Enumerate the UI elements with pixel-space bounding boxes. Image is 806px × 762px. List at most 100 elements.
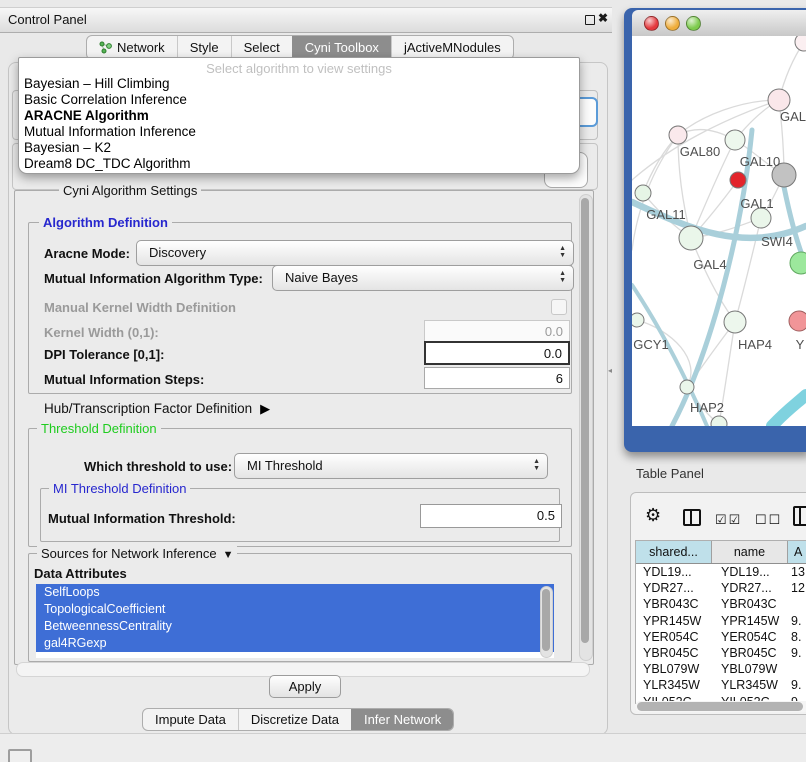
scrollbar-thumb[interactable] bbox=[581, 198, 589, 643]
network-node-label: GAL11 bbox=[646, 207, 686, 222]
network-node-label: GCY1 bbox=[633, 337, 668, 352]
network-node[interactable] bbox=[795, 36, 806, 51]
table-horizontal-scrollbar[interactable] bbox=[635, 701, 806, 712]
tab-network[interactable]: Network bbox=[87, 36, 177, 59]
data-attributes-label: Data Attributes bbox=[34, 566, 127, 581]
column-header-name[interactable]: name bbox=[712, 541, 788, 563]
aracne-mode-label: Aracne Mode: bbox=[44, 246, 130, 261]
network-node-label: GAL1 bbox=[740, 196, 773, 211]
network-node[interactable] bbox=[635, 185, 651, 201]
zoom-traffic-light-icon[interactable] bbox=[686, 16, 701, 31]
group-title: Algorithm Definition bbox=[39, 215, 172, 230]
column-header-clipped[interactable]: A bbox=[788, 541, 806, 563]
data-attribute-item-selected[interactable]: gal4RGexp bbox=[36, 635, 554, 652]
which-threshold-select[interactable]: MI Threshold bbox=[234, 453, 548, 479]
select-all-checkboxes-icon[interactable] bbox=[715, 512, 742, 528]
data-attribute-item-selected[interactable]: SelfLoops bbox=[36, 584, 554, 601]
close-traffic-light-icon[interactable] bbox=[644, 16, 659, 31]
table-cell: YDR27... bbox=[712, 580, 788, 596]
control-panel-title: Control Panel bbox=[8, 12, 87, 27]
dpi-tolerance-field[interactable]: 0.0 bbox=[424, 341, 570, 365]
deselect-all-checkboxes-icon[interactable] bbox=[755, 512, 782, 528]
dpi-tolerance-label: DPI Tolerance [0,1]: bbox=[44, 347, 164, 362]
mi-steps-field[interactable]: 6 bbox=[424, 367, 570, 389]
network-node[interactable] bbox=[669, 126, 687, 144]
table-mode-icon[interactable] bbox=[793, 506, 806, 526]
mi-threshold-field[interactable]: 0.5 bbox=[420, 504, 562, 528]
table-row[interactable]: YPR145WYPR145W9. bbox=[636, 613, 806, 629]
table-cell: YLR345W bbox=[636, 677, 712, 693]
table-cell: YBL079W bbox=[636, 661, 712, 677]
algorithm-option[interactable]: Basic Correlation Inference bbox=[19, 92, 579, 108]
column-header-shared-name[interactable]: shared... bbox=[636, 541, 712, 563]
tab-cyni-toolbox[interactable]: Cyni Toolbox bbox=[292, 36, 391, 59]
tab-jactivemnodules[interactable]: jActiveMNodules bbox=[391, 36, 513, 59]
tab-infer-network[interactable]: Infer Network bbox=[351, 709, 453, 730]
close-icon[interactable] bbox=[598, 11, 608, 25]
table-cell: YPR145W bbox=[712, 613, 788, 629]
data-attribute-item-selected[interactable]: TopologicalCoefficient bbox=[36, 601, 554, 618]
network-node[interactable] bbox=[751, 208, 771, 228]
network-node[interactable] bbox=[680, 380, 694, 394]
tab-label: Cyni Toolbox bbox=[305, 40, 379, 55]
algorithm-option[interactable]: Bayesian – Hill Climbing bbox=[19, 76, 579, 92]
kernel-width-field[interactable]: 0.0 bbox=[424, 320, 570, 342]
gear-icon[interactable] bbox=[645, 505, 661, 526]
table-cell: YPR145W bbox=[636, 613, 712, 629]
network-window-titlebar[interactable] bbox=[632, 10, 806, 37]
network-node[interactable] bbox=[768, 89, 790, 111]
tab-impute-data[interactable]: Impute Data bbox=[143, 709, 238, 730]
apply-button[interactable]: Apply bbox=[269, 675, 341, 698]
data-attribute-item-selected[interactable]: BetweennessCentrality bbox=[36, 618, 554, 635]
table-cell: YBR045C bbox=[636, 645, 712, 661]
network-node[interactable] bbox=[789, 311, 806, 331]
manual-kernel-width-checkbox[interactable] bbox=[551, 299, 567, 315]
minimize-traffic-light-icon[interactable] bbox=[665, 16, 680, 31]
table-row[interactable]: YLR345WYLR345W9. bbox=[636, 677, 806, 693]
table-row[interactable]: YBR045CYBR045C9. bbox=[636, 645, 806, 661]
cyni-bottom-tabbar: Impute Data Discretize Data Infer Networ… bbox=[142, 708, 454, 731]
sources-toggle[interactable]: Sources for Network Inference bbox=[37, 546, 237, 561]
columns-icon[interactable] bbox=[683, 509, 701, 526]
network-node[interactable] bbox=[730, 172, 746, 188]
table-cell: YDL19... bbox=[636, 564, 712, 580]
splitpane-collapse-icon[interactable] bbox=[608, 366, 612, 375]
control-panel-titlebar: Control Panel bbox=[0, 7, 612, 33]
selected-value: MI Threshold bbox=[247, 458, 323, 473]
mi-algorithm-type-select[interactable]: Naive Bayes bbox=[272, 265, 574, 291]
aracne-mode-select[interactable]: Discovery bbox=[136, 240, 574, 266]
network-node[interactable] bbox=[632, 313, 644, 327]
footer-strip bbox=[0, 733, 806, 762]
network-canvas[interactable]: GALGAL80GAL10GAL1SWI4GAL11GAL4GCY1HAP4YH… bbox=[632, 36, 806, 426]
network-node[interactable] bbox=[790, 252, 806, 274]
scrollbar-thumb[interactable] bbox=[542, 589, 550, 651]
table-cell: YDL19... bbox=[712, 564, 788, 580]
table-row[interactable]: YER054CYER054C8. bbox=[636, 629, 806, 645]
network-node[interactable] bbox=[724, 311, 746, 333]
scrollbar-thumb[interactable] bbox=[637, 702, 803, 711]
network-node[interactable] bbox=[725, 130, 745, 150]
table-row[interactable]: YDL19...YDL19...13 bbox=[636, 564, 806, 580]
tab-select[interactable]: Select bbox=[231, 36, 292, 59]
hub-definition-toggle[interactable]: Hub/Transcription Factor Definition bbox=[44, 401, 270, 417]
settings-vertical-scrollbar[interactable] bbox=[579, 194, 593, 661]
tab-discretize-data[interactable]: Discretize Data bbox=[238, 709, 351, 730]
algorithm-option[interactable]: Bayesian – K2 bbox=[19, 140, 579, 156]
network-node-label: GAL10 bbox=[740, 154, 780, 169]
floating-handle-icon[interactable] bbox=[8, 749, 32, 762]
float-window-icon[interactable] bbox=[585, 15, 595, 25]
table-row[interactable]: YBR043CYBR043C bbox=[636, 596, 806, 612]
table-row[interactable]: YDR27...YDR27...12 bbox=[636, 580, 806, 596]
algorithm-option[interactable]: ARACNE Algorithm bbox=[19, 108, 579, 124]
algorithm-option[interactable]: Mutual Information Inference bbox=[19, 124, 579, 140]
network-node[interactable] bbox=[679, 226, 703, 250]
attributes-vertical-scrollbar[interactable] bbox=[540, 586, 553, 658]
algorithm-option[interactable]: Dream8 DC_TDC Algorithm bbox=[19, 156, 579, 172]
table-row[interactable]: YBL079WYBL079W bbox=[636, 661, 806, 677]
tab-style[interactable]: Style bbox=[177, 36, 231, 59]
network-node-label: GAL bbox=[780, 109, 806, 124]
table-cell: YER054C bbox=[636, 629, 712, 645]
network-node[interactable] bbox=[711, 416, 727, 426]
network-edge bbox=[735, 218, 761, 322]
table-cell: 9. bbox=[788, 645, 806, 661]
